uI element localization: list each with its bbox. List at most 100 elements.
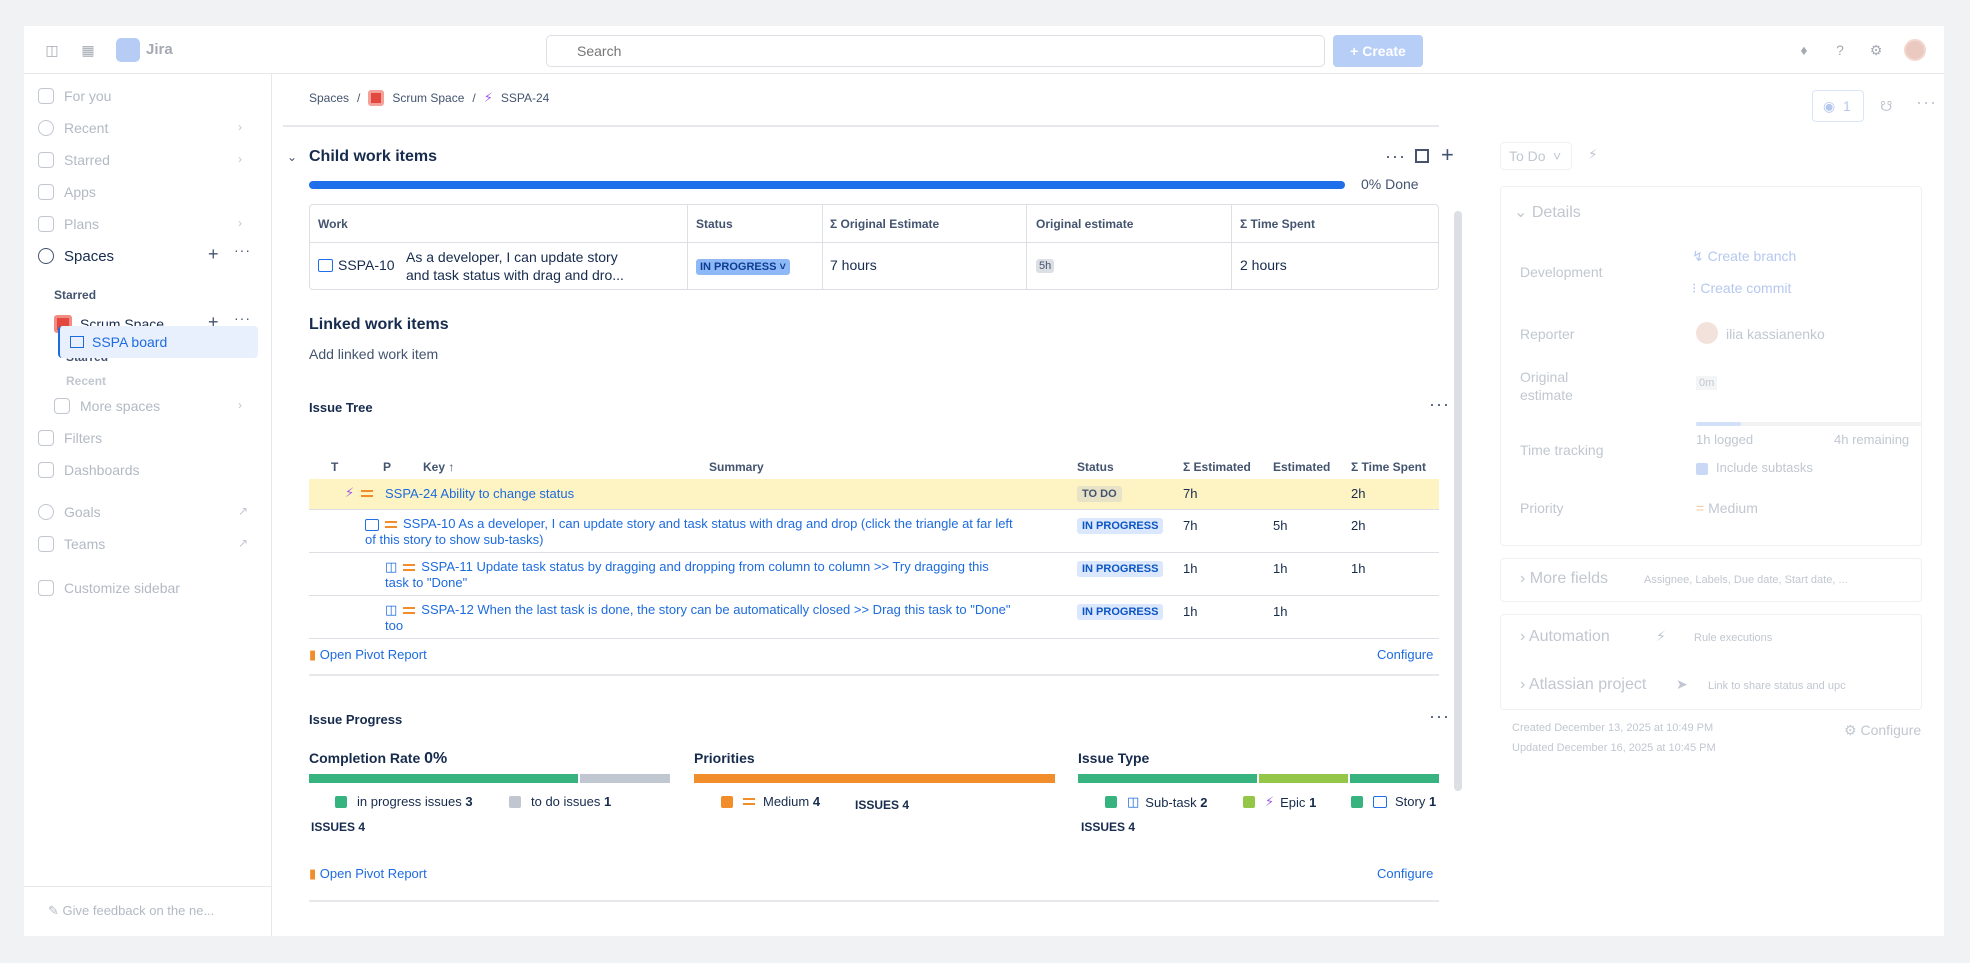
table-row[interactable]: ◫ SSPA-11 Update task status by dragging … (309, 553, 1439, 596)
create-button[interactable]: + Create (1333, 35, 1423, 67)
story-checkbox-icon (1373, 795, 1387, 808)
tree-row-summary[interactable]: SSPA-10 As a developer, I can update sto… (365, 516, 1013, 548)
configure-link[interactable]: Configure (1377, 647, 1433, 662)
sidebar-item-apps[interactable]: Apps (38, 178, 96, 206)
sidebar-item-customize[interactable]: Customize sidebar (38, 574, 180, 602)
main-scrollbar[interactable] (1454, 211, 1462, 791)
subtask-icon: ◫ (385, 559, 398, 574)
column-header-key[interactable]: Key ↑ (423, 460, 454, 474)
child-item-key[interactable]: SSPA-10 (338, 257, 395, 273)
column-header-sum-estimated[interactable]: Σ Estimated (1183, 460, 1251, 474)
status-badge[interactable]: IN PROGRESS (1077, 518, 1164, 534)
chevron-right-icon[interactable]: › (238, 216, 242, 230)
chevron-right-icon[interactable]: › (238, 398, 242, 412)
configure-button[interactable]: ⚙ Configure (1844, 722, 1921, 739)
reporter-name[interactable]: ilia kassianenko (1726, 326, 1825, 342)
column-header-status[interactable]: Status (696, 217, 733, 231)
original-estimate-value[interactable]: 0m (1696, 376, 1718, 390)
configure-link[interactable]: Configure (1377, 866, 1433, 881)
column-header-estimate[interactable]: Original estimate (1036, 217, 1133, 231)
columns-icon[interactable] (1415, 149, 1429, 163)
watch-button[interactable]: ◉ 1 (1812, 90, 1864, 122)
details-title[interactable]: ⌄ Details (1514, 202, 1581, 222)
label-line: estimate (1520, 387, 1573, 403)
time-tracking-bar[interactable] (1696, 422, 1921, 426)
open-pivot-report-link[interactable]: ▮ Open Pivot Report (309, 866, 427, 882)
sidebar-item-spaces[interactable]: Spaces (38, 242, 114, 270)
more-dots-icon[interactable]: ··· (234, 242, 251, 258)
sidebar-item-filters[interactable]: Filters (38, 424, 102, 452)
more-dots-icon[interactable]: ··· (1429, 394, 1450, 415)
column-header-time-spent[interactable]: Σ Time Spent (1240, 217, 1315, 231)
atlassian-project-title[interactable]: › Atlassian project (1520, 676, 1646, 694)
help-icon[interactable]: ? (1830, 40, 1850, 60)
sidebar-item-plans[interactable]: Plans (38, 210, 99, 238)
column-header-status[interactable]: Status (1077, 460, 1114, 474)
column-header-type[interactable]: T (331, 460, 338, 474)
issue-tree-title: Issue Tree (309, 400, 373, 415)
collapse-chevron-icon[interactable]: ⌄ (287, 150, 297, 164)
lightning-icon[interactable]: ⚡ (1588, 146, 1598, 163)
automation-title[interactable]: › Automation (1520, 628, 1610, 646)
status-badge[interactable]: IN PROGRESS (1077, 561, 1164, 577)
status-badge[interactable]: TO DO (1077, 486, 1122, 502)
more-dots-icon[interactable]: ··· (1385, 146, 1406, 167)
jira-logo[interactable] (116, 38, 140, 62)
settings-gear-icon[interactable]: ⚙ (1866, 40, 1886, 60)
column-header-summary[interactable]: Summary (709, 460, 764, 474)
column-header-time-spent[interactable]: Σ Time Spent (1351, 460, 1426, 474)
app-switcher-icon[interactable]: ▦ (78, 40, 98, 60)
open-pivot-report-link[interactable]: ▮ Open Pivot Report (309, 647, 427, 663)
breadcrumb-space[interactable]: Scrum Space (392, 91, 464, 105)
sidebar-item-goals[interactable]: Goals (38, 498, 101, 526)
column-header-sum-estimate[interactable]: Σ Original Estimate (830, 217, 939, 231)
add-child-plus-icon[interactable]: + (1441, 142, 1454, 168)
breadcrumb-issue-key[interactable]: SSPA-24 (501, 91, 549, 105)
create-branch-link[interactable]: ↯ Create branch (1692, 248, 1796, 265)
tree-row-summary[interactable]: SSPA-24 Ability to change status (385, 486, 574, 502)
feedback-link[interactable]: ✎ Give feedback on the ne... (24, 886, 272, 936)
search-input[interactable] (546, 35, 1325, 67)
column-header-priority[interactable]: P (383, 460, 391, 474)
sidebar-item-starred[interactable]: Starred (38, 146, 110, 174)
sidebar-item-label: Starred (64, 152, 110, 168)
status-dropdown[interactable]: To Do ˅ (1500, 142, 1572, 170)
more-dots-icon[interactable]: ··· (1429, 706, 1450, 727)
sidebar-item-label: Teams (64, 536, 106, 552)
status-badge[interactable]: IN PROGRESS (1077, 604, 1164, 620)
include-subtasks-checkbox[interactable]: Include subtasks (1696, 460, 1813, 475)
child-item-summary[interactable]: As a developer, I can update story and ta… (406, 248, 624, 284)
column-header-estimated[interactable]: Estimated (1273, 460, 1330, 474)
status-dropdown[interactable]: IN PROGRESS ˅ (696, 259, 790, 275)
sidebar-item-more-spaces[interactable]: More spaces (54, 392, 160, 420)
table-row[interactable]: ⚡ SSPA-24 Ability to change status TO DO… (309, 479, 1439, 510)
sidebar-item-recent[interactable]: Recent (38, 114, 108, 142)
column-header-work[interactable]: Work (318, 217, 348, 231)
sidebar-item-for-you[interactable]: For you (38, 82, 111, 110)
estimate-value[interactable]: 5h (1036, 259, 1055, 273)
sidebar-item-teams[interactable]: Teams (38, 530, 105, 558)
chevron-right-icon[interactable]: › (238, 120, 242, 134)
more-dots-icon[interactable]: ··· (234, 310, 251, 326)
more-dots-icon[interactable]: ··· (1916, 92, 1937, 113)
table-row[interactable]: ◫ SSPA-12 When the last task is done, the… (309, 596, 1439, 639)
breadcrumb-spaces[interactable]: Spaces (309, 91, 349, 105)
external-link-icon[interactable]: ↗ (238, 504, 248, 518)
user-avatar[interactable] (1904, 39, 1926, 61)
external-link-icon[interactable]: ↗ (238, 536, 248, 550)
chevron-right-icon[interactable]: › (238, 152, 242, 166)
sidebar-item-sspa-board[interactable]: SSPA board (58, 326, 258, 358)
share-icon[interactable]: ☋ (1880, 98, 1892, 115)
priority-value[interactable]: = Medium (1696, 500, 1758, 516)
sidebar-item-dashboards[interactable]: Dashboards (38, 456, 140, 484)
brand-name[interactable]: Jira (146, 41, 173, 58)
tree-row-summary[interactable]: ◫ SSPA-12 When the last task is done, the… (385, 602, 1011, 634)
more-fields-title[interactable]: › More fields (1520, 570, 1608, 588)
create-commit-link[interactable]: ⁝ Create commit (1692, 280, 1791, 297)
add-space-plus-icon[interactable]: + (208, 244, 219, 265)
sidebar-toggle-icon[interactable]: ◫ (42, 40, 62, 60)
table-row[interactable]: SSPA-10 As a developer, I can update sto… (309, 510, 1439, 553)
notifications-icon[interactable]: ♦ (1794, 40, 1814, 60)
add-linked-item-link[interactable]: Add linked work item (309, 346, 438, 362)
tree-row-summary[interactable]: ◫ SSPA-11 Update task status by dragging … (385, 559, 989, 591)
